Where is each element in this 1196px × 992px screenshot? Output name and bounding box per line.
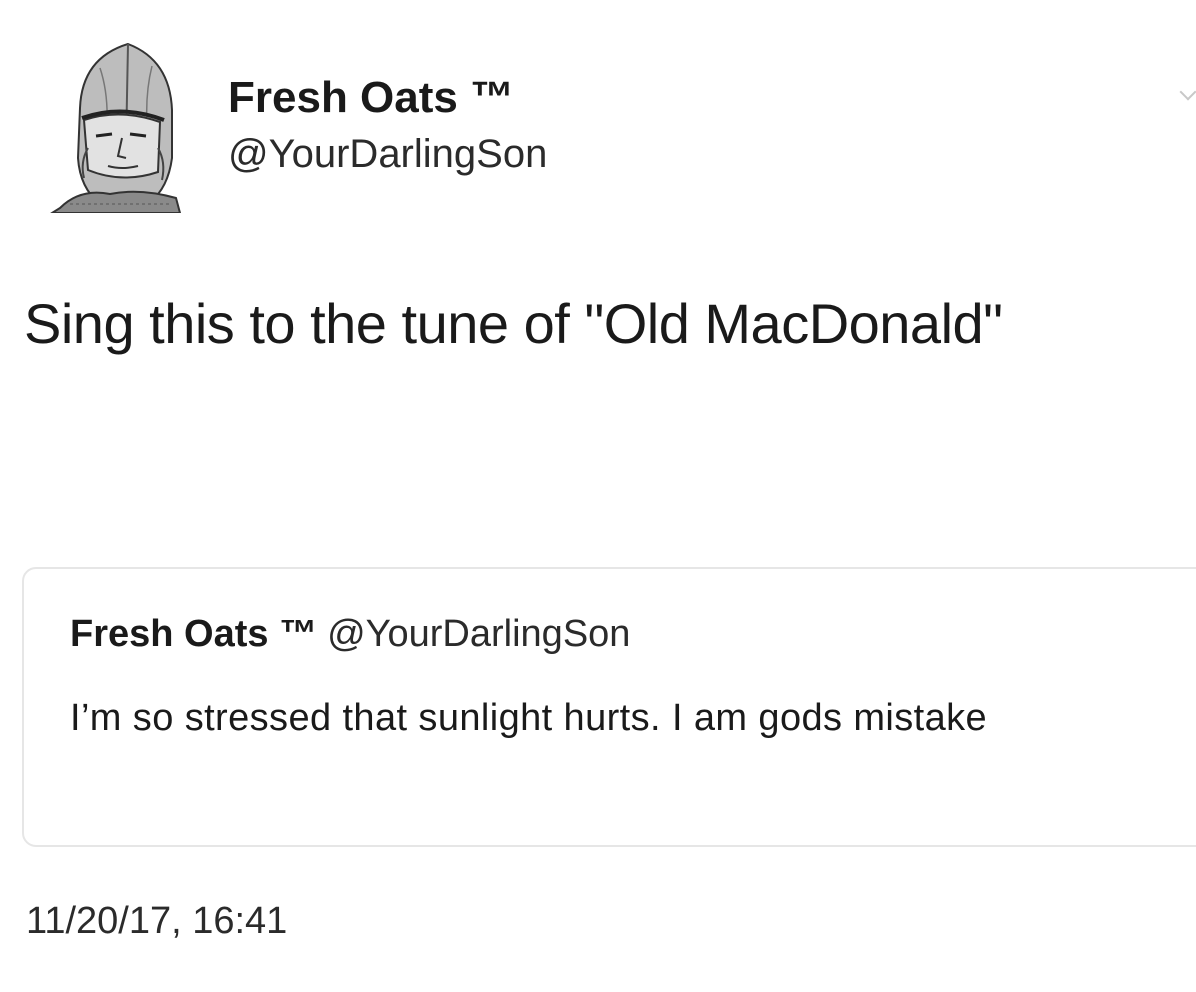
quoted-tweet-author: Fresh Oats ™ @YourDarlingSon: [70, 611, 630, 657]
quoted-handle: @YourDarlingSon: [327, 613, 631, 655]
tweet-text: Sing this to the tune of "Old MacDonald": [24, 292, 1003, 355]
quoted-display-name: Fresh Oats ™: [70, 613, 318, 655]
tweet-card: Fresh Oats ™ @YourDarlingSon Sing this t…: [0, 0, 1196, 992]
author-names: Fresh Oats ™ @YourDarlingSon: [228, 72, 928, 178]
author-handle[interactable]: @YourDarlingSon: [228, 130, 928, 178]
knight-helmet-avatar[interactable]: [40, 38, 190, 213]
quoted-tweet-text: I’m so stressed that sunlight hurts. I a…: [70, 697, 988, 739]
tweet-timestamp[interactable]: 11/20/17, 16:41: [26, 898, 287, 944]
quoted-tweet[interactable]: Fresh Oats ™ @YourDarlingSon I’m so stres…: [22, 567, 1196, 847]
chevron-down-icon[interactable]: [1179, 83, 1196, 101]
author-display-name[interactable]: Fresh Oats ™: [228, 72, 928, 124]
